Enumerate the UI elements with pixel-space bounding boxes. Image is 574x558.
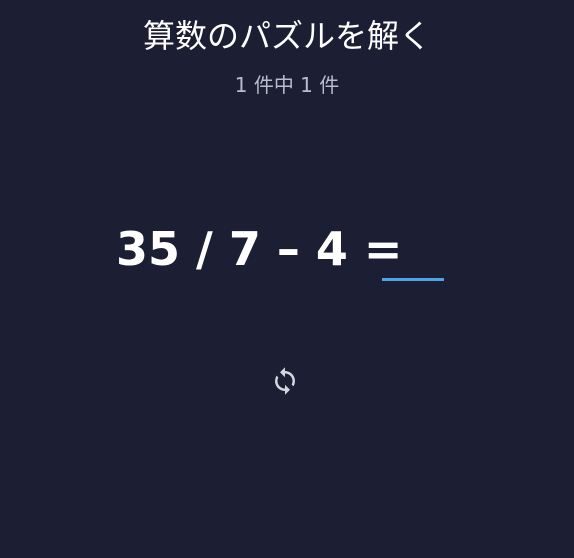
refresh-button[interactable] bbox=[268, 364, 302, 398]
equation-expression: 35 / 7 – 4 = bbox=[116, 222, 403, 276]
refresh-icon bbox=[275, 367, 295, 395]
answer-input[interactable] bbox=[382, 228, 444, 281]
page-title: 算数のパズルを解く bbox=[142, 17, 431, 55]
puzzle-counter: 1 件中 1 件 bbox=[234, 73, 340, 97]
puzzle-page: 算数のパズルを解く 1 件中 1 件 35 / 7 – 4 = bbox=[0, 0, 574, 558]
equation: 35 / 7 – 4 = bbox=[116, 214, 444, 284]
